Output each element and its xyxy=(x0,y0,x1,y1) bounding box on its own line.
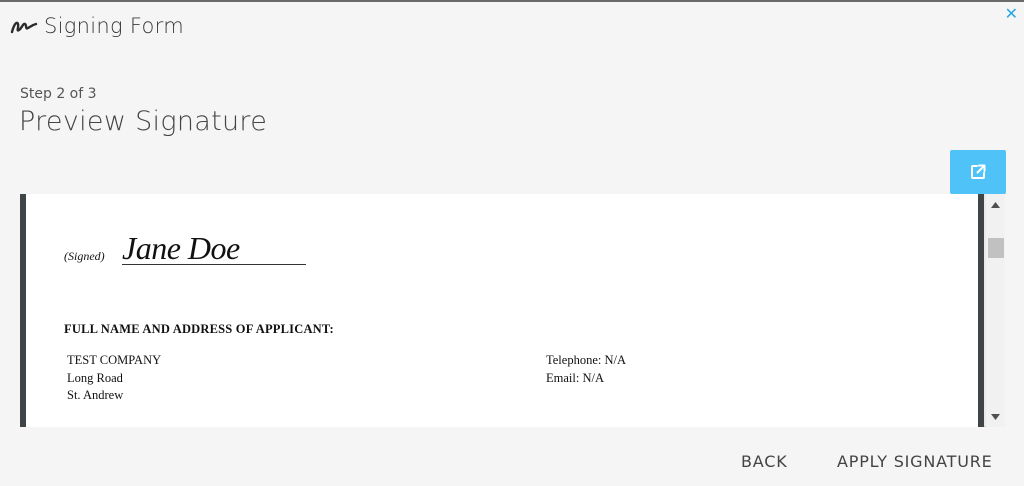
apply-signature-button[interactable]: APPLY SIGNATURE xyxy=(837,452,993,471)
dialog-header: Signing Form xyxy=(10,14,184,38)
vertical-scrollbar[interactable] xyxy=(986,194,1005,427)
applicant-address: TEST COMPANY Long Road St. Andrew xyxy=(67,352,161,405)
scrollbar-thumb[interactable] xyxy=(988,238,1004,258)
document-page: (Signed) Jane Doe FULL NAME AND ADDRESS … xyxy=(20,194,984,427)
open-in-new-icon xyxy=(971,164,986,179)
address-line: Long Road xyxy=(67,370,123,385)
close-button[interactable]: ✕ xyxy=(1005,6,1018,22)
scroll-up-button[interactable] xyxy=(986,196,1005,213)
app-title: Signing Form xyxy=(44,14,184,38)
document-viewer: (Signed) Jane Doe FULL NAME AND ADDRESS … xyxy=(20,194,1005,427)
applicant-contact: Telephone: N/A Email: N/A xyxy=(546,352,626,387)
back-button[interactable]: BACK xyxy=(741,452,788,471)
signature-preview: Jane Doe xyxy=(122,230,240,266)
signature-line xyxy=(122,264,306,265)
signed-label: (Signed) xyxy=(64,249,105,263)
applicant-section-heading: FULL NAME AND ADDRESS OF APPLICANT: xyxy=(64,322,334,336)
signing-form-dialog: Signing Form ✕ Step 2 of 3 Preview Signa… xyxy=(0,0,1024,486)
step-indicator: Step 2 of 3 xyxy=(20,86,97,102)
scroll-down-arrow-icon xyxy=(991,413,1000,420)
close-icon: ✕ xyxy=(1004,4,1018,23)
scroll-down-button[interactable] xyxy=(986,408,1005,425)
scroll-up-arrow-icon xyxy=(991,201,1000,208)
address-line: St. Andrew xyxy=(67,388,124,402)
page-title: Preview Signature xyxy=(19,106,268,137)
telephone-line: Telephone: N/A xyxy=(546,353,627,367)
open-external-button[interactable] xyxy=(950,150,1006,194)
email-line: Email: N/A xyxy=(546,370,604,385)
address-line: TEST COMPANY xyxy=(67,353,162,367)
signature-logo-icon xyxy=(10,21,38,34)
